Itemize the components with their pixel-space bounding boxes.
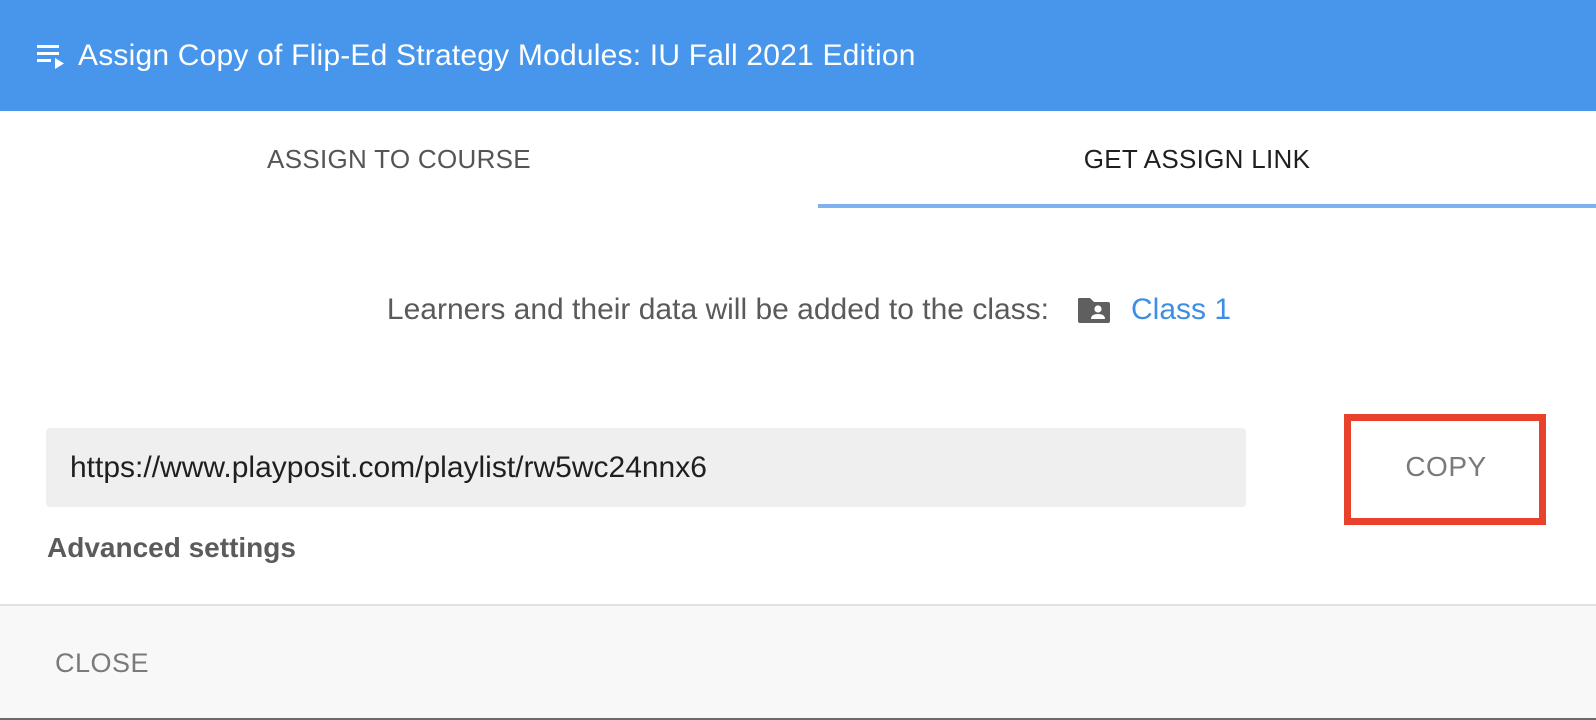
playlist-play-icon bbox=[36, 42, 68, 70]
class-info: Learners and their data will be added to… bbox=[0, 285, 1596, 335]
tab-bar: ASSIGN TO COURSE GET ASSIGN LINK bbox=[0, 111, 1596, 208]
assign-link-input[interactable] bbox=[70, 450, 1246, 485]
folder-account-icon bbox=[1077, 295, 1113, 325]
assign-link-field[interactable] bbox=[46, 428, 1246, 507]
assign-dialog: Assign Copy of Flip-Ed Strategy Modules:… bbox=[0, 0, 1596, 720]
dialog-footer: CLOSE bbox=[0, 604, 1596, 720]
class-info-text: Learners and their data will be added to… bbox=[386, 293, 1050, 326]
dialog-header: Assign Copy of Flip-Ed Strategy Modules:… bbox=[0, 0, 1596, 111]
class-link[interactable]: Class 1 bbox=[1131, 293, 1231, 327]
dialog-title: Assign Copy of Flip-Ed Strategy Modules:… bbox=[78, 38, 916, 72]
tab-assign-to-course[interactable]: ASSIGN TO COURSE bbox=[0, 111, 798, 208]
close-button[interactable]: CLOSE bbox=[55, 648, 149, 679]
tab-get-assign-link[interactable]: GET ASSIGN LINK bbox=[798, 111, 1596, 208]
copy-button[interactable]: COPY bbox=[1359, 430, 1533, 504]
advanced-settings-toggle[interactable]: Advanced settings bbox=[47, 532, 296, 564]
